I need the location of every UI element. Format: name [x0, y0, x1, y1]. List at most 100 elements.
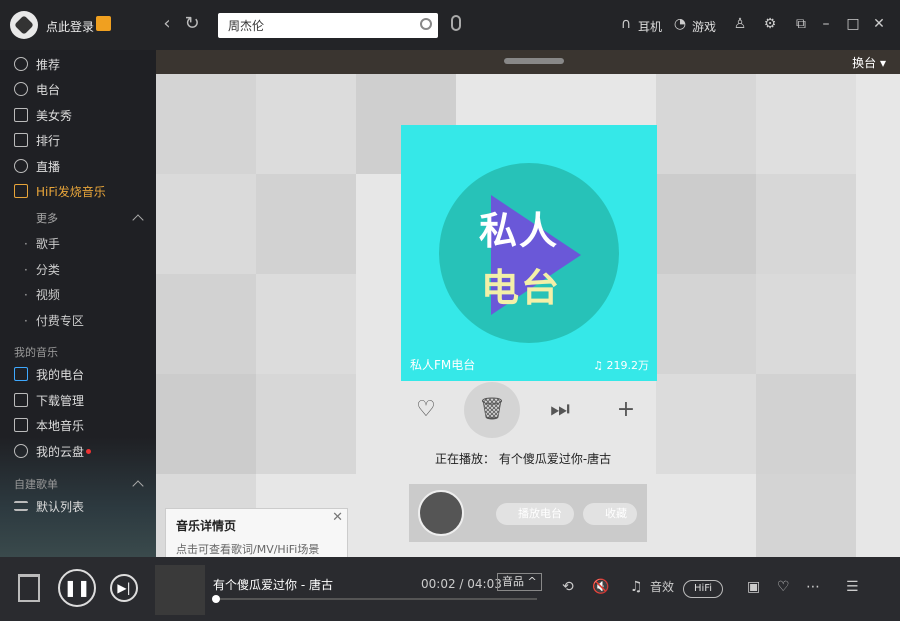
- sidebar-item-live[interactable]: 直播: [14, 157, 60, 175]
- progress-bar[interactable]: [212, 595, 537, 603]
- search-box: [218, 13, 438, 38]
- monitor-icon: [14, 418, 28, 432]
- play-radio-button[interactable]: 播放电台: [496, 503, 574, 525]
- cover-title-line2: 电台: [481, 266, 562, 310]
- tooltip-description: 点击可查看歌词/MV/HiFi场景: [176, 543, 320, 556]
- cloud-icon: [14, 444, 28, 458]
- drag-handle[interactable]: [504, 58, 564, 64]
- playlist-section-label: 自建歌单: [14, 478, 58, 491]
- add-icon[interactable]: +: [611, 395, 641, 425]
- search-icon[interactable]: [420, 18, 432, 30]
- download-icon: [14, 393, 28, 407]
- minimize-icon[interactable]: –: [818, 16, 834, 32]
- speaker-icon: [14, 367, 28, 381]
- settings-icon[interactable]: ⚙: [762, 16, 778, 32]
- notification-dot: [86, 448, 92, 454]
- sidebar-item-beauty-show[interactable]: 美女秀: [14, 106, 72, 124]
- more-section-label[interactable]: 更多: [36, 210, 58, 226]
- tooltip-title: 音乐详情页: [176, 519, 237, 533]
- radio-icon: [14, 82, 28, 96]
- next-track-icon[interactable]: ⏭: [545, 395, 575, 425]
- switch-channel-button[interactable]: 换台 ▾: [852, 54, 886, 71]
- earphone-link[interactable]: 耳机: [638, 18, 662, 35]
- radio-cover[interactable]: 私人 电台 私人FM电台 ♫ 219.2万: [401, 125, 657, 381]
- my-music-label: 我的音乐: [14, 346, 58, 359]
- collect-button[interactable]: 收藏: [583, 503, 637, 525]
- trash-icon[interactable]: [18, 574, 40, 602]
- sidebar-item-local-music[interactable]: 本地音乐: [14, 416, 84, 434]
- album-thumbnail[interactable]: [155, 565, 205, 615]
- sidebar-item-my-radio[interactable]: 我的电台: [14, 365, 84, 383]
- close-icon[interactable]: ✕: [332, 510, 343, 525]
- list-icon: [14, 501, 28, 511]
- sidebar-item-category[interactable]: 分类: [24, 261, 60, 278]
- lyrics-icon[interactable]: ▣: [747, 579, 760, 595]
- skin-icon[interactable]: ♙: [732, 16, 748, 32]
- music-detail-tooltip: 音乐详情页 点击可查看歌词/MV/HiFi场景 ✕: [165, 508, 348, 558]
- sidebar-item-recommend[interactable]: 推荐: [14, 55, 60, 73]
- mini-mode-icon[interactable]: ⧉: [793, 16, 809, 32]
- artist-card: 播放电台 收藏: [409, 484, 647, 542]
- sidebar-item-label: 电台: [36, 82, 61, 97]
- close-icon[interactable]: ✕: [871, 16, 887, 32]
- favorite-icon[interactable]: ♡: [777, 579, 790, 595]
- pause-button[interactable]: ❚❚: [58, 569, 96, 607]
- sidebar-item-label: 排行: [36, 133, 61, 148]
- play-square-icon: [14, 108, 28, 122]
- note-icon[interactable]: ♫: [630, 579, 643, 595]
- play-count-value: 219.2万: [606, 359, 650, 372]
- game-icon[interactable]: ◔: [672, 16, 688, 32]
- sidebar-item-label: 我的电台: [36, 367, 85, 382]
- sidebar-item-ranking[interactable]: 排行: [14, 131, 60, 149]
- search-input[interactable]: [218, 13, 408, 38]
- refresh-icon[interactable]: ↻: [182, 14, 202, 34]
- hifi-icon: [14, 184, 28, 198]
- mic-icon: [14, 159, 28, 173]
- collect-label: 收藏: [605, 507, 627, 520]
- chevron-up-icon[interactable]: [132, 214, 144, 226]
- game-link[interactable]: 游戏: [692, 18, 716, 35]
- login-link[interactable]: 点此登录: [46, 18, 94, 35]
- headphone-icon[interactable]: ∩: [618, 16, 634, 32]
- like-icon[interactable]: ♡: [411, 395, 441, 425]
- playlist-icon[interactable]: ☰: [846, 579, 859, 595]
- sidebar-item-hifi[interactable]: HiFi发烧音乐: [14, 182, 106, 200]
- back-icon[interactable]: ‹: [157, 14, 177, 34]
- sidebar-item-video[interactable]: 视频: [24, 286, 60, 303]
- sound-effect-label[interactable]: 音效: [650, 579, 674, 595]
- now-playing-text: 正在播放： 有个傻瓜爱过你-唐古: [435, 452, 612, 466]
- play-radio-label: 播放电台: [518, 507, 562, 520]
- radio-header: 换台 ▾: [156, 50, 900, 74]
- sidebar-item-default-list[interactable]: 默认列表: [14, 497, 84, 515]
- sidebar-item-paid[interactable]: 付费专区: [24, 312, 84, 329]
- repeat-icon[interactable]: ⟲: [562, 579, 574, 595]
- song-title[interactable]: 有个傻瓜爱过你 - 唐古: [213, 576, 333, 593]
- sidebar-item-downloads[interactable]: 下载管理: [14, 391, 84, 409]
- trash-icon[interactable]: 🗑: [464, 382, 520, 438]
- gift-icon[interactable]: [96, 16, 111, 31]
- sidebar-item-radio[interactable]: 电台: [14, 80, 60, 98]
- sidebar-item-singers[interactable]: 歌手: [24, 235, 60, 252]
- progress-handle[interactable]: [212, 595, 221, 603]
- maximize-icon[interactable]: □: [845, 16, 861, 32]
- next-button[interactable]: ▶|: [110, 574, 138, 602]
- sidebar-item-label: 下载管理: [36, 393, 85, 408]
- sidebar: 推荐 电台 美女秀 排行 直播 HiFi发烧音乐 更多 歌手 分类 视频 付费专…: [0, 50, 156, 557]
- hifi-toggle[interactable]: HiFi: [683, 580, 723, 598]
- more-icon[interactable]: ⋯: [806, 579, 820, 595]
- voice-search-icon[interactable]: [451, 15, 461, 31]
- recommend-icon: [14, 57, 28, 71]
- sidebar-item-label: 我的云盘: [36, 444, 85, 459]
- sidebar-item-cloud[interactable]: 我的云盘: [14, 442, 92, 460]
- artist-avatar[interactable]: [418, 490, 464, 536]
- quality-selector[interactable]: 音品 ^: [497, 573, 542, 591]
- sidebar-item-label: 推荐: [36, 57, 61, 72]
- title-bar: 点此登录 ‹ ↻ ∩ 耳机 ◔ 游戏 ♙ ⚙ ⧉ – □ ✕: [0, 0, 900, 50]
- player-bar: ❚❚ ▶| 有个傻瓜爱过你 - 唐古 00:02 / 04:03 音品 ^ ⟲ …: [0, 557, 900, 621]
- cover-title-line1: 私人: [479, 209, 560, 253]
- sidebar-item-label: 默认列表: [36, 499, 85, 514]
- mute-icon[interactable]: 🔇: [592, 579, 609, 595]
- app-logo[interactable]: [10, 11, 38, 39]
- sidebar-item-label: 直播: [36, 159, 61, 174]
- sidebar-item-label: 本地音乐: [36, 418, 85, 433]
